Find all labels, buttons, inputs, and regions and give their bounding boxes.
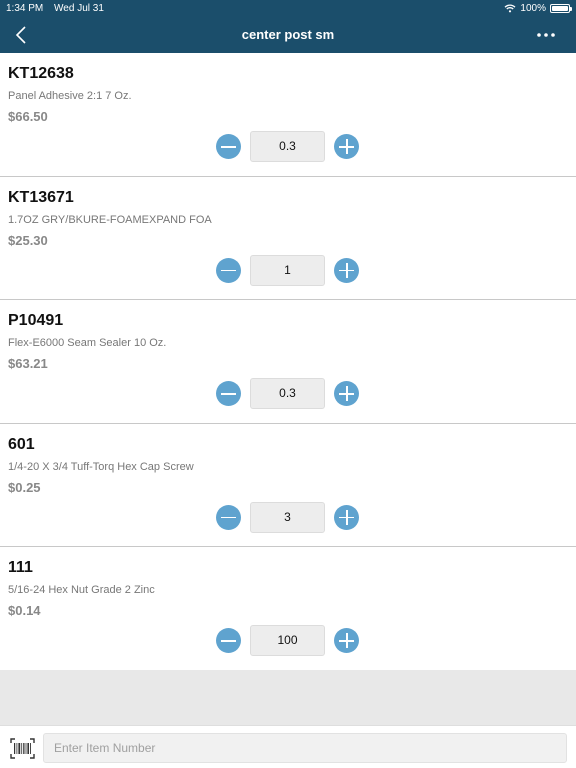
item-description: 5/16-24 Hex Nut Grade 2 Zinc — [8, 584, 155, 597]
battery-icon — [550, 4, 572, 13]
item-description: 1/4-20 X 3/4 Tuff-Torq Hex Cap Screw — [8, 460, 194, 473]
quantity-field[interactable]: 3 — [250, 501, 325, 533]
page-title: center post sm — [241, 27, 335, 42]
item-description: 1.7OZ GRY/BKURE-FOAMEXPAND FOA — [8, 213, 212, 226]
quantity-stepper: 100 — [216, 625, 360, 657]
item-code: 111 — [8, 559, 33, 577]
list-item[interactable]: P10491 Flex-E6000 Seam Sealer 10 Oz. $63… — [0, 300, 576, 424]
more-options-icon[interactable] — [536, 31, 556, 39]
increment-button[interactable] — [334, 628, 359, 654]
quantity-stepper: 3 — [216, 501, 360, 533]
item-code: P10491 — [8, 312, 64, 330]
decrement-button[interactable] — [216, 628, 241, 654]
bottom-input-bar — [0, 725, 576, 768]
decrement-button[interactable] — [216, 381, 241, 407]
item-price: $0.25 — [8, 479, 41, 495]
nav-bar: center post sm — [0, 18, 576, 53]
item-description: Flex-E6000 Seam Sealer 10 Oz. — [8, 337, 167, 350]
quantity-field[interactable]: 100 — [250, 625, 325, 657]
increment-button[interactable] — [334, 257, 359, 283]
item-code: KT13671 — [8, 188, 74, 206]
list-item[interactable]: KT12638 Panel Adhesive 2:1 7 Oz. $66.50 … — [0, 53, 576, 177]
decrement-button[interactable] — [216, 257, 241, 283]
wifi-icon — [504, 4, 516, 13]
item-code: 601 — [8, 435, 35, 453]
increment-button[interactable] — [334, 504, 359, 530]
item-number-input[interactable] — [43, 733, 567, 763]
item-price: $0.14 — [8, 603, 41, 619]
decrement-button[interactable] — [216, 134, 241, 159]
item-description: Panel Adhesive 2:1 7 Oz. — [8, 90, 132, 102]
increment-button[interactable] — [334, 134, 359, 159]
item-code: KT12638 — [8, 65, 74, 82]
barcode-scan-icon[interactable] — [10, 738, 35, 759]
list-item[interactable]: 111 5/16-24 Hex Nut Grade 2 Zinc $0.14 1… — [0, 547, 576, 671]
quantity-stepper: 0.3 — [216, 131, 360, 162]
status-bar: 1:34 PM Wed Jul 31 100% — [0, 0, 576, 18]
item-price: $25.30 — [8, 232, 48, 248]
quantity-field[interactable]: 1 — [250, 254, 325, 286]
quantity-stepper: 1 — [216, 254, 360, 286]
list-item[interactable]: 601 1/4-20 X 3/4 Tuff-Torq Hex Cap Screw… — [0, 423, 576, 548]
status-date: Wed Jul 31 — [54, 3, 104, 14]
decrement-button[interactable] — [216, 504, 241, 530]
item-price: $63.21 — [8, 356, 48, 372]
item-list: KT12638 Panel Adhesive 2:1 7 Oz. $66.50 … — [0, 53, 576, 671]
quantity-field[interactable]: 0.3 — [250, 131, 325, 162]
battery-percent: 100% — [520, 3, 546, 14]
status-time: 1:34 PM — [6, 3, 44, 14]
empty-list-area — [0, 670, 576, 725]
top-bar: 1:34 PM Wed Jul 31 100% center post sm — [0, 0, 576, 53]
increment-button[interactable] — [334, 381, 359, 407]
quantity-stepper: 0.3 — [216, 378, 360, 410]
quantity-field[interactable]: 0.3 — [250, 378, 325, 410]
list-item[interactable]: KT13671 1.7OZ GRY/BKURE-FOAMEXPAND FOA $… — [0, 176, 576, 301]
item-price: $66.50 — [8, 109, 48, 124]
